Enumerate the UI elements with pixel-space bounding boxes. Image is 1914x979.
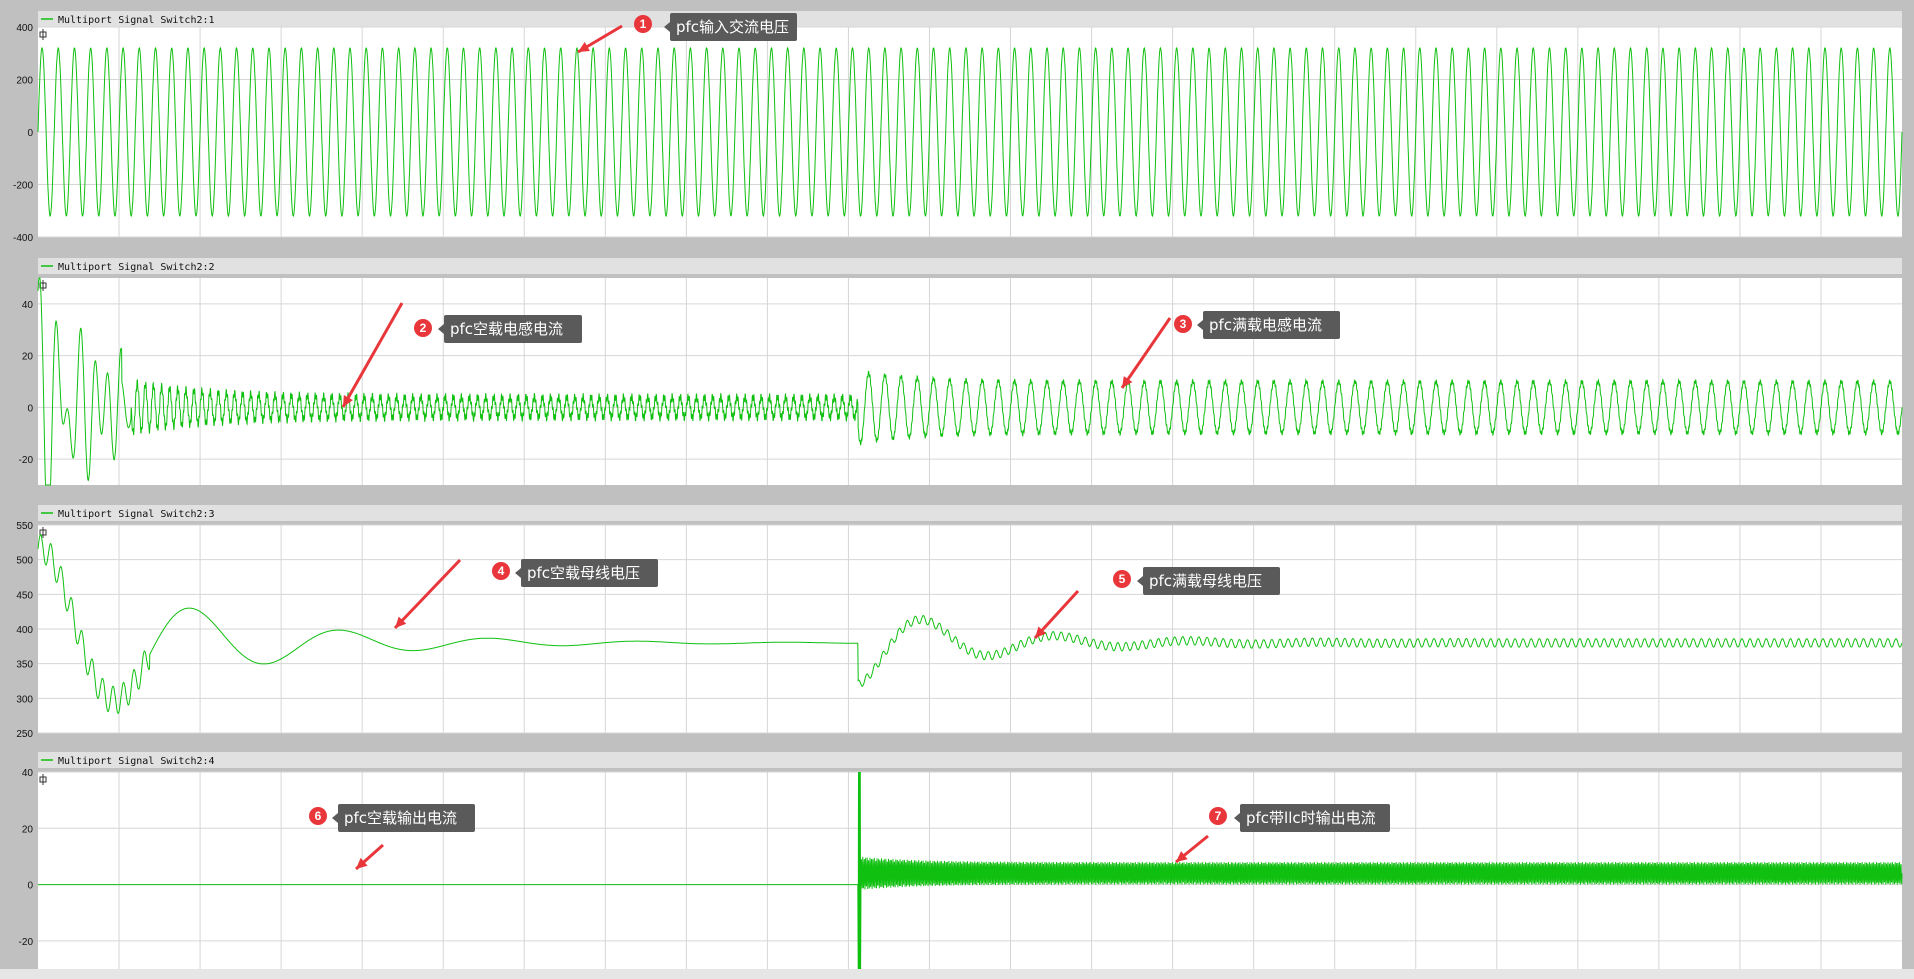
scope-window: Multiport Signal Switch2:14002000-200-40… — [13, 11, 1903, 970]
callout-label: pfc满载母线电压 — [1149, 572, 1262, 590]
panel-title-bar — [38, 258, 1902, 274]
y-tick-label: -20 — [19, 937, 34, 948]
panel-title: Multiport Signal Switch2:1 — [58, 15, 215, 26]
panel-title: Multiport Signal Switch2:4 — [58, 756, 215, 767]
callout-label: pfc空载母线电压 — [527, 564, 640, 582]
scope-panel: Multiport Signal Switch2:4 40 20 0 -20 6 pfc空载… — [19, 752, 1903, 970]
y-tick-label: -20 — [19, 455, 34, 466]
y-tick-label: 350 — [16, 660, 33, 671]
callout-number: 5 — [1119, 572, 1126, 586]
callout-number: 7 — [1215, 809, 1222, 823]
y-tick-label: 400 — [16, 625, 33, 636]
y-tick-label: 400 — [16, 23, 33, 34]
y-tick-label: 0 — [27, 128, 33, 139]
callout-label: pfc空载输出电流 — [344, 809, 457, 827]
callout-number: 3 — [1180, 317, 1187, 331]
callout-number: 6 — [315, 809, 322, 823]
y-tick-label: 0 — [27, 403, 33, 414]
panel-title-bar — [38, 752, 1902, 768]
callout-label: pfc带llc时输出电流 — [1246, 809, 1376, 827]
y-tick-label: 40 — [22, 300, 34, 311]
callout-number: 4 — [498, 564, 505, 578]
y-tick-label: -400 — [13, 233, 33, 244]
panel-title-bar — [38, 505, 1902, 521]
y-tick-label: 550 — [16, 521, 33, 532]
y-tick-label: -200 — [13, 181, 33, 192]
y-tick-label: 0 — [27, 881, 33, 892]
callout-label: pfc满载电感电流 — [1209, 316, 1322, 334]
panel-title: Multiport Signal Switch2:3 — [58, 509, 215, 520]
y-tick-label: 20 — [22, 824, 34, 835]
y-tick-label: 40 — [22, 768, 34, 779]
y-tick-label: 200 — [16, 76, 33, 87]
y-tick-label: 500 — [16, 556, 33, 567]
scope-panel: Multiport Signal Switch2:3 550 500 450 400 35… — [16, 505, 1903, 740]
callout-label: pfc空载电感电流 — [450, 320, 563, 338]
y-tick-label: 300 — [16, 694, 33, 705]
y-tick-label: 450 — [16, 590, 33, 601]
y-tick-label: 250 — [16, 729, 33, 740]
callout-label: pfc输入交流电压 — [676, 18, 789, 36]
y-tick-label: 20 — [22, 352, 34, 363]
panel-title: Multiport Signal Switch2:2 — [58, 262, 215, 273]
plot-area — [38, 278, 1902, 485]
callout-number: 2 — [420, 321, 427, 335]
callout-number: 1 — [640, 17, 647, 31]
bottom-toolbar-strip — [0, 969, 1914, 979]
scope-panel: Multiport Signal Switch2:1 400 200 0 -200 -40… — [13, 11, 1903, 244]
panel-title-bar — [38, 11, 1902, 27]
scope-panel: Multiport Signal Switch2:2 40 20 0 -20 2 pfc空载… — [19, 258, 1903, 486]
